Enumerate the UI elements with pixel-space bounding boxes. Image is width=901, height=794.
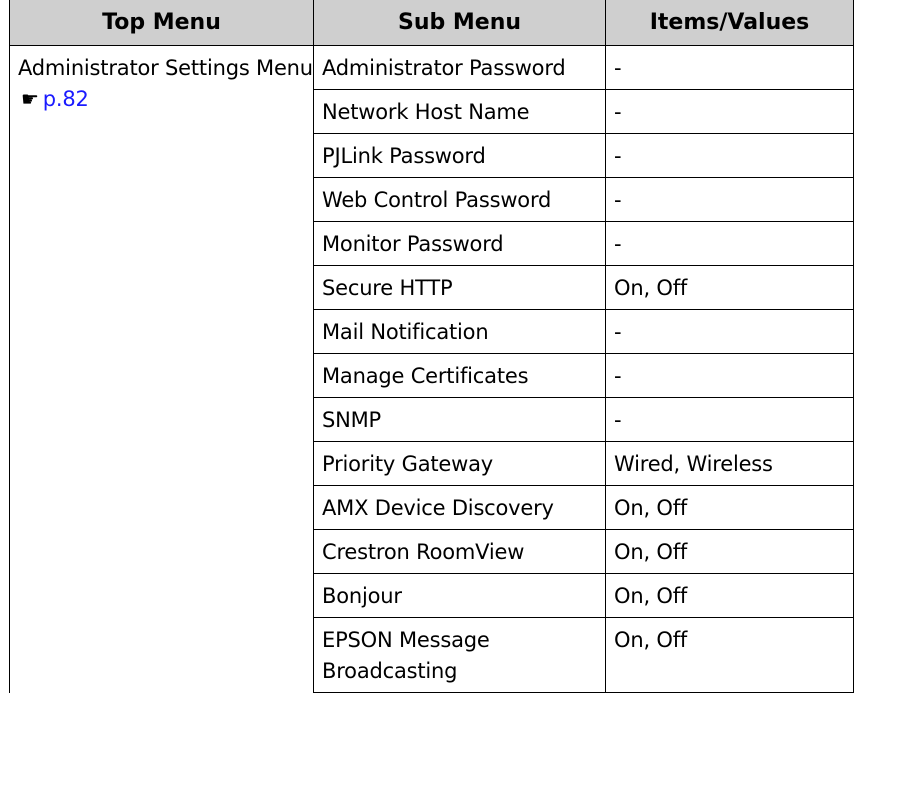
sub-menu-cell: Network Host Name <box>313 89 606 134</box>
sub-menu-cell: SNMP <box>313 397 606 442</box>
value-cell: - <box>605 45 854 90</box>
sub-menu-cell: PJLink Password <box>313 133 606 178</box>
table-body: Administrator Settings Menu ☛ p.82 Adminis… <box>9 45 854 693</box>
value-cell: - <box>605 177 854 222</box>
sub-menu-cell: Administrator Password <box>313 45 606 90</box>
value-cell: - <box>605 89 854 134</box>
value-cell: - <box>605 353 854 398</box>
sub-menu-cell: Priority Gateway <box>313 441 606 486</box>
sub-menu-cell: Web Control Password <box>313 177 606 222</box>
pointing-hand-icon: ☛ <box>21 87 39 111</box>
table-row: Administrator Settings Menu ☛ p.82 Adminis… <box>9 45 854 693</box>
menu-table: Top Menu Sub Menu Items/Values Administr… <box>9 0 854 693</box>
sub-menu-cell: Crestron RoomView <box>313 529 606 574</box>
top-menu-label: Administrator Settings Menu <box>18 56 313 80</box>
sub-menu-cell: Bonjour <box>313 573 606 618</box>
value-cell: - <box>605 133 854 178</box>
sub-menu-cell: Manage Certificates <box>313 353 606 398</box>
header-row: Top Menu Sub Menu Items/Values <box>9 0 854 46</box>
sub-menu-cell: AMX Device Discovery <box>313 485 606 530</box>
value-cell: - <box>605 309 854 354</box>
sub-menu-cell: Mail Notification <box>313 309 606 354</box>
value-cell: On, Off <box>605 617 854 693</box>
header-top-menu: Top Menu <box>9 0 314 46</box>
value-cell: On, Off <box>605 265 854 310</box>
header-items-values: Items/Values <box>605 0 854 46</box>
sub-menu-cell: Secure HTTP <box>313 265 606 310</box>
sub-menu-cell: Monitor Password <box>313 221 606 266</box>
value-cell: - <box>605 221 854 266</box>
value-cell: On, Off <box>605 529 854 574</box>
top-menu-cell: Administrator Settings Menu ☛ p.82 <box>9 45 314 693</box>
value-cell: On, Off <box>605 573 854 618</box>
value-cell: On, Off <box>605 485 854 530</box>
sub-menu-cell: EPSON Message Broadcasting <box>313 617 606 693</box>
page-reference-link[interactable]: p.82 <box>43 87 89 111</box>
header-sub-menu: Sub Menu <box>313 0 606 46</box>
value-cell: Wired, Wireless <box>605 441 854 486</box>
value-cell: - <box>605 397 854 442</box>
